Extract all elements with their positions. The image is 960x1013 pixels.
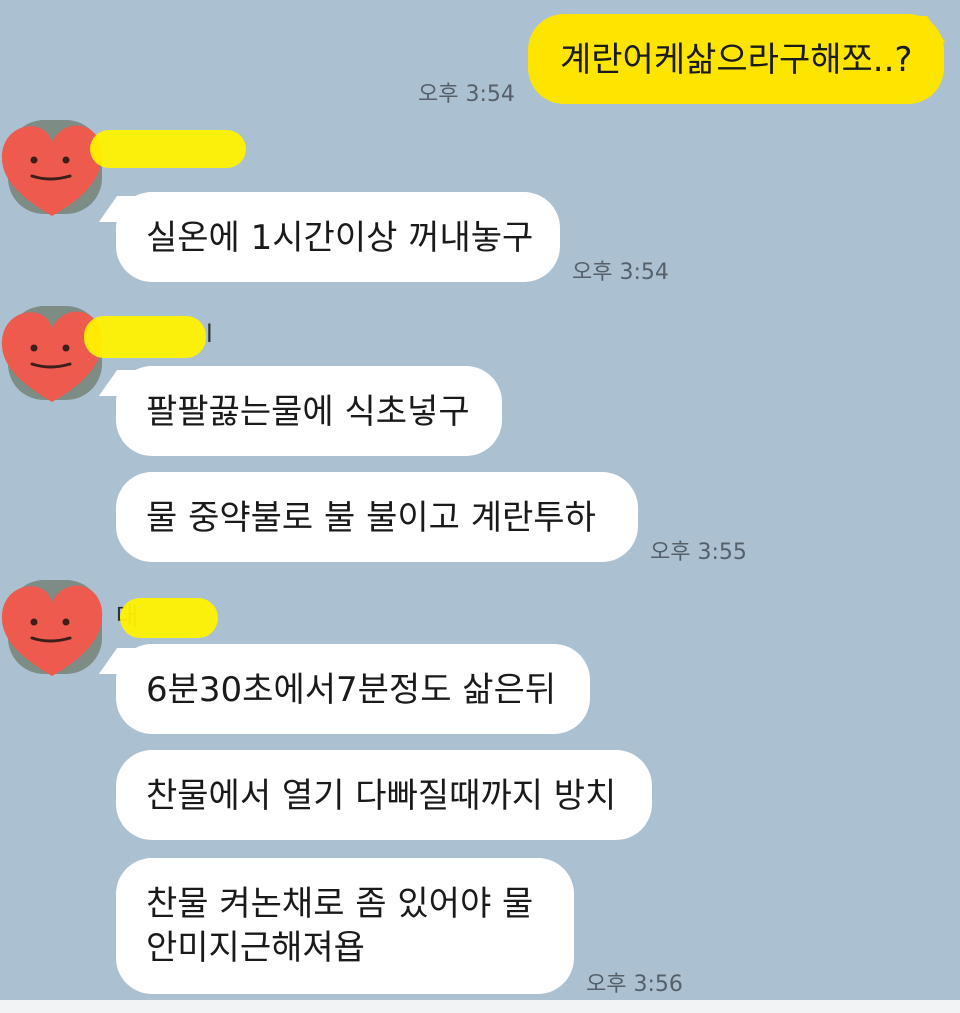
message-text: 물 중약불로 불 불이고 계란투하 [146,498,596,538]
message-time: 오후 3:56 [586,972,683,997]
sender-avatar[interactable] [0,306,104,406]
heart-face-sticker-icon [1,585,103,676]
message-time: 오후 3:54 [572,260,669,285]
heart-face-sticker-icon [1,125,103,216]
bottom-edge [0,1000,960,1013]
sender-name-redaction [120,598,218,638]
incoming-message-bubble[interactable]: 팔팔끓는물에 식초넣구 [116,366,502,456]
sender-avatar[interactable] [0,580,104,680]
incoming-message-bubble[interactable]: 찬물 켜논채로 좀 있어야 물 안미지근해져욥 [116,858,574,994]
sender-name-redaction [84,316,206,358]
message-text: 실온에 1시간이상 꺼내놓구 [146,218,534,258]
message-text: 계란어케삶으라구해쪼..? [560,40,913,80]
message-time: 오후 3:54 [418,82,515,107]
chat-room: 계란어케삶으라구해쪼..? 오후 3:54 실온에 1시간이상 꺼내놓구 오후 … [0,0,960,1013]
outgoing-message-bubble[interactable]: 계란어케삶으라구해쪼..? [528,14,944,104]
sender-avatar[interactable] [0,120,104,220]
message-text-line: 찬물 켜논채로 좀 있어야 물 [146,884,534,924]
message-text: 찬물에서 열기 다빠질때까지 방치 [146,776,617,816]
message-time: 오후 3:55 [650,540,747,565]
sender-name-redaction [90,130,246,168]
heart-face-sticker-icon [1,311,103,402]
message-text: 팔팔끓는물에 식초넣구 [146,392,470,432]
message-text-line: 안미지근해져욥 [146,928,365,968]
incoming-message-bubble[interactable]: 물 중약불로 불 불이고 계란투하 [116,472,638,562]
message-text: 6분30초에서7분정도 삶은뒤 [146,670,557,710]
incoming-message-bubble[interactable]: 6분30초에서7분정도 삶은뒤 [116,644,590,734]
incoming-message-bubble[interactable]: 찬물에서 열기 다빠질때까지 방치 [116,750,652,840]
sender-name-fragment: l [206,320,213,348]
incoming-message-bubble[interactable]: 실온에 1시간이상 꺼내놓구 [116,192,560,282]
